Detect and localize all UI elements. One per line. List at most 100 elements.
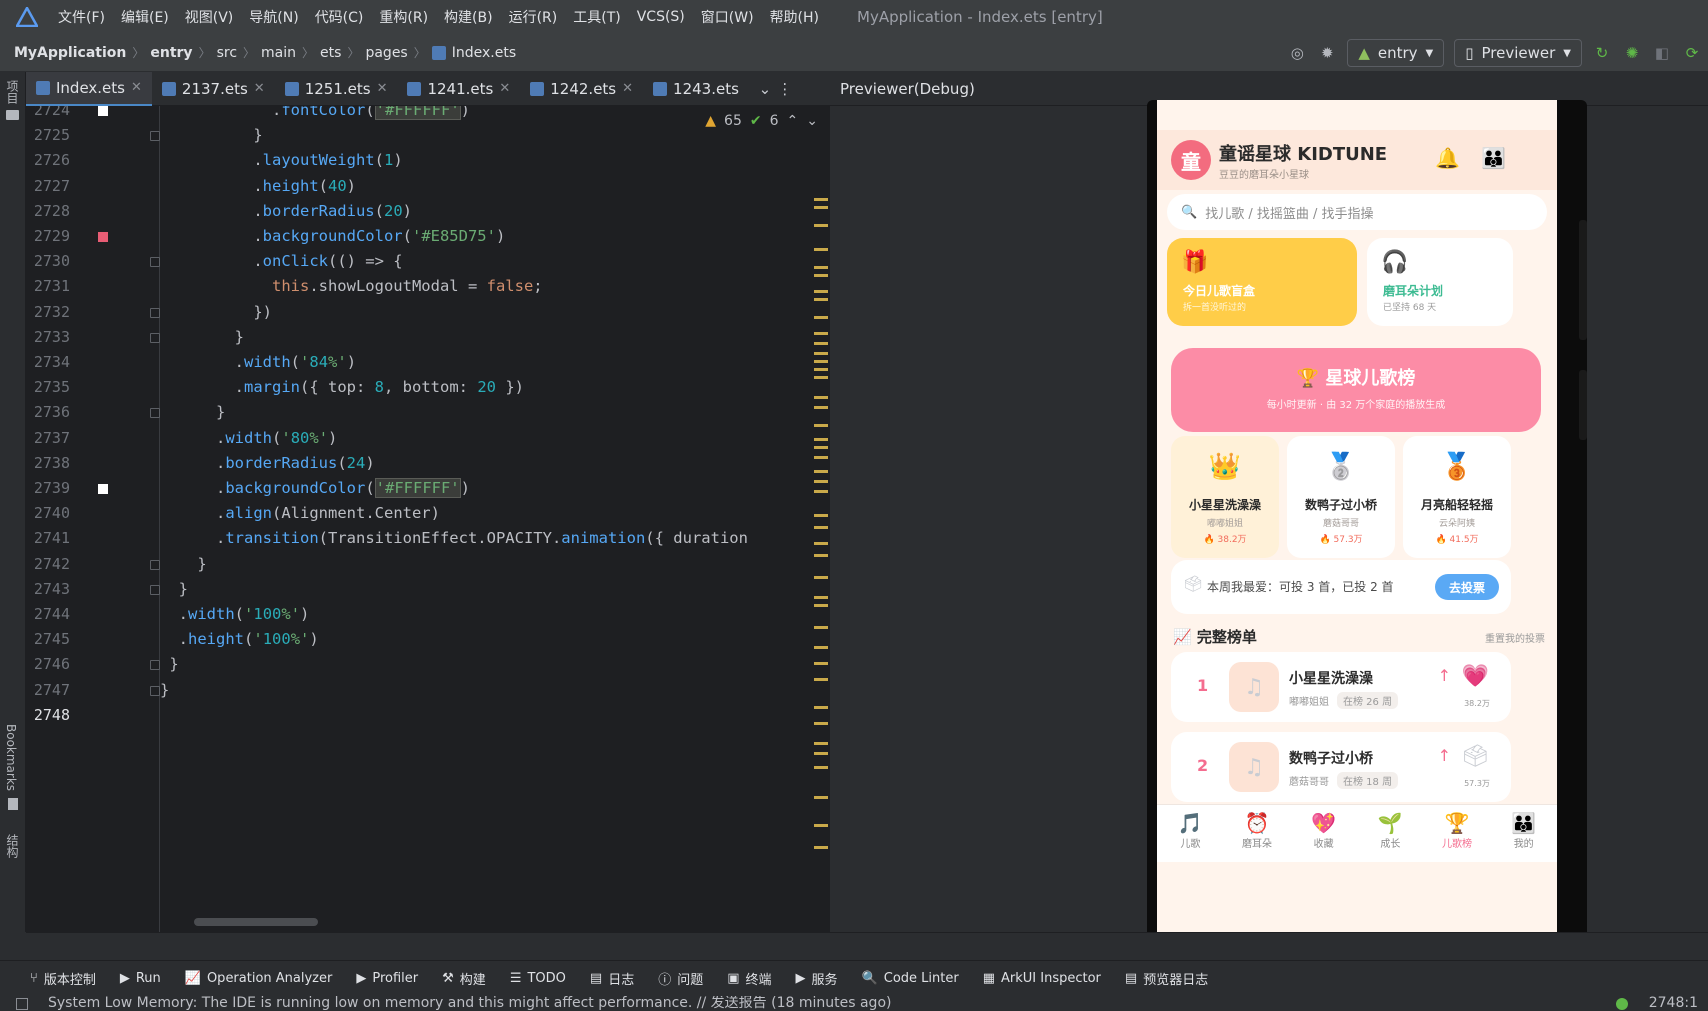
tool-run[interactable]: ▶ Run [120,971,161,986]
list-item[interactable]: 2 ♫ 数鸭子过小桥 蘑菇哥哥 在榜 18 周 ↑ 🗳 57.3万 [1171,732,1511,802]
tab-2137-ets[interactable]: 2137.ets ✕ [152,72,275,106]
scrollbar-warning-marker[interactable] [814,576,828,579]
tab-listening[interactable]: ⏰ 磨耳朵 [1224,805,1291,862]
rank-banner[interactable]: 🏆 星球儿歌榜 每小时更新 · 由 32 万个家庭的播放生成 [1171,348,1541,432]
code-line[interactable]: .width('80%') [160,426,337,451]
target-icon[interactable]: ◎ [1287,43,1307,63]
code-line[interactable]: } [160,652,178,677]
scrollbar-warning-marker[interactable] [814,274,828,277]
scrollbar-warning-marker[interactable] [814,456,828,459]
tab-profile[interactable]: 👪 我的 [1490,805,1557,862]
vote-button[interactable]: 去投票 [1435,574,1499,600]
scrollbar-warning-marker[interactable] [814,706,828,709]
tool-arkui-inspector[interactable]: ▦ ArkUI Inspector [983,971,1101,986]
breadcrumb-project[interactable]: MyApplication [14,45,126,61]
color-swatch-icon[interactable] [98,484,108,494]
menu-tools[interactable]: 工具(T) [565,7,628,27]
tab-1243-ets[interactable]: 1243.ets [643,72,749,106]
code-line[interactable]: .width('84%') [160,350,356,375]
list-item[interactable]: 1 ♫ 小星星洗澡澡 嘟嘟姐姐 在榜 26 周 ↑ 💗 38.2万 [1171,652,1511,722]
scrollbar-warning-marker[interactable] [814,742,828,745]
code-area[interactable]: .fontColor('#FFFFFF') } .layoutWeight(1)… [160,106,830,932]
tool-version-control[interactable]: ⑂ 版本控制 [30,969,96,988]
scrollbar-warning-marker[interactable] [814,824,828,827]
attach-debugger-icon[interactable]: ◧ [1652,43,1672,63]
menu-build[interactable]: 构建(B) [436,7,501,27]
podium-card-third[interactable]: 🥉 月亮船轻轻摇 云朵阿姨 🔥 41.5万 [1403,436,1511,558]
status-message[interactable]: System Low Memory: The IDE is running lo… [48,996,891,1010]
folder-icon[interactable] [6,110,19,120]
scrollbar-warning-marker[interactable] [814,678,828,681]
tab-favorites[interactable]: 💖 收藏 [1290,805,1357,862]
code-line[interactable]: .layoutWeight(1) [160,148,402,173]
code-line[interactable]: .fontColor('#FFFFFF') [160,106,470,123]
scrollbar-warning-marker[interactable] [814,662,828,665]
tool-services[interactable]: ▶ 服务 [796,969,838,988]
scrollbar-warning-marker[interactable] [814,424,828,427]
device-selector[interactable]: ▯ Previewer ▼ [1454,39,1582,67]
scrollbar-warning-marker[interactable] [814,316,828,319]
close-icon[interactable]: ✕ [622,81,633,96]
scrollbar-warning-marker[interactable] [814,266,828,269]
scrollbar-warning-marker[interactable] [814,490,828,493]
code-line[interactable]: .height('100%') [160,627,319,652]
listening-plan-card[interactable]: 🎧 磨耳朵计划 已坚持 68 天 [1367,238,1513,326]
scrollbar-warning-marker[interactable] [814,526,828,529]
breadcrumb-src[interactable]: src [217,45,237,61]
tab-1241-ets[interactable]: 1241.ets ✕ [397,72,520,106]
code-line[interactable]: } [160,577,188,602]
tool-log[interactable]: ▤ 日志 [590,969,634,988]
tab-1242-ets[interactable]: 1242.ets ✕ [520,72,643,106]
fold-icon[interactable] [150,584,160,595]
tool-code-linter[interactable]: 🔍 Code Linter [862,971,959,986]
family-icon[interactable]: 👪 [1481,146,1506,170]
scrollbar-warning-marker[interactable] [814,352,828,355]
breadcrumb-main[interactable]: main [261,45,296,61]
scrollbar-warning-marker[interactable] [814,342,828,345]
ballot-box-icon[interactable]: 🗳 [1461,744,1489,769]
scrollbar-warning-marker[interactable] [814,480,828,483]
breadcrumb-module[interactable]: entry [150,45,192,61]
search-input[interactable]: 🔍 找儿歌 / 找摇篮曲 / 找手指操 [1167,194,1547,230]
code-line[interactable]: } [160,325,244,350]
code-line[interactable]: .transition(TransitionEffect.OPACITY.ani… [160,526,748,551]
code-line[interactable]: this.showLogoutModal = false; [160,274,543,299]
code-line[interactable]: } [160,400,225,425]
scrollbar-warning-marker[interactable] [814,396,828,399]
more-options-icon[interactable]: ⋮ [775,79,795,99]
debug-icon[interactable]: ✺ [1622,43,1642,63]
tabs-overflow-chevron-icon[interactable]: ⌄ [755,79,775,99]
scrollbar-warning-marker[interactable] [814,646,828,649]
tab-index-ets[interactable]: Index.ets ✕ [26,71,152,106]
tool-profiler[interactable]: ▶ Profiler [356,971,418,986]
menu-file[interactable]: 文件(F) [50,7,113,27]
scrollbar-warning-marker[interactable] [814,542,828,545]
scrollbar-warning-marker[interactable] [814,446,828,449]
code-editor[interactable]: 2724 2725 2726 2727 2728 2729 2730 2731 2732 2733… [26,106,830,932]
menu-help[interactable]: 帮助(H) [762,7,827,27]
code-line[interactable]: .height(40) [160,174,356,199]
phone-screen[interactable]: 童 童谣星球 KIDTUNE 豆豆的磨耳朵小星球 🔔 👪 🔍 找儿歌 / 找摇篮… [1157,100,1557,958]
scrollbar-warning-marker[interactable] [814,796,828,799]
scrollbar-markers[interactable] [814,106,830,932]
menu-refactor[interactable]: 重构(R) [371,7,436,27]
fold-icon[interactable] [150,685,160,696]
bookmarks-tool-button[interactable]: Bookmarks [4,724,18,791]
podium-card-first[interactable]: 👑 小星星洗澡澡 嘟嘟姐姐 🔥 38.2万 [1171,436,1279,558]
code-line[interactable]: }) [160,300,272,325]
code-line[interactable]: .backgroundColor('#E85D75') [160,224,505,249]
code-line[interactable]: .width('100%') [160,602,310,627]
scrollbar-warning-marker[interactable] [814,752,828,755]
tool-todo[interactable]: ☰ TODO [510,971,566,986]
scrollbar-warning-marker[interactable] [814,298,828,301]
scrollbar-warning-marker[interactable] [814,514,828,517]
code-line[interactable]: } [160,552,206,577]
bookmark-icon[interactable] [8,798,18,810]
scrollbar-warning-marker[interactable] [814,470,828,473]
bell-icon[interactable]: 🔔 [1435,146,1460,170]
heart-icon[interactable]: 💗 [1462,664,1489,689]
breadcrumb-pages[interactable]: pages [365,45,407,61]
scrollbar-warning-marker[interactable] [814,846,828,849]
menu-code[interactable]: 代码(C) [307,7,372,27]
rerun-icon[interactable]: ↻ [1592,43,1612,63]
